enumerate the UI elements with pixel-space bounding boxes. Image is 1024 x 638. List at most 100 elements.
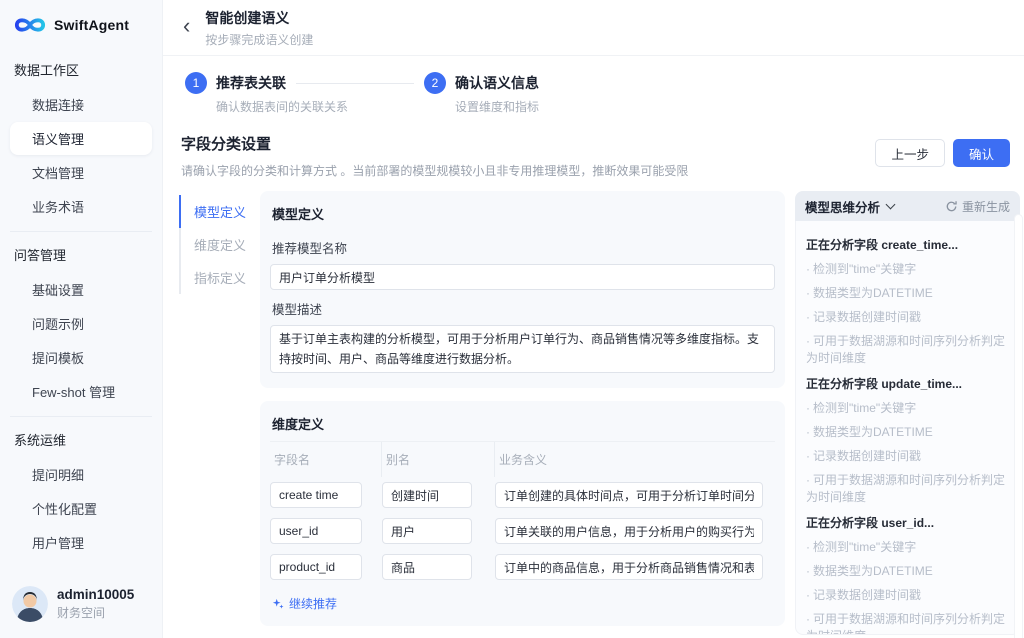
prev-step-button[interactable]: 上一步 [875, 139, 945, 167]
analysis-bullet: 数据类型为DATETIME [806, 423, 1009, 440]
analysis-heading: 正在分析字段 update_time... [806, 375, 1009, 392]
dimension-row [270, 549, 775, 585]
sparkle-icon [272, 598, 284, 610]
sidebar: SwiftAgent 数据工作区 数据连接语义管理文档管理业务术语 问答管理 基… [0, 0, 163, 638]
step-number-badge: 1 [185, 72, 207, 94]
step-label: 确认语义信息 [455, 72, 539, 94]
chevron-down-icon [886, 199, 896, 209]
tab-dimension[interactable]: 维度定义 [179, 228, 257, 261]
analysis-block: 正在分析字段 update_time... 检测到"time"关键字数据类型为D… [806, 375, 1009, 505]
sidebar-item-few-shot[interactable]: Few-shot 管理 [10, 375, 152, 408]
dimension-table-header: 字段名别名业务含义 [270, 441, 775, 477]
analysis-bullet: 检测到"time"关键字 [806, 538, 1009, 555]
sidebar-section: 问答管理 基础设置问题示例提问模板Few-shot 管理 [10, 231, 152, 408]
back-button[interactable]: ‹ [183, 15, 190, 40]
analysis-bullet: 数据类型为DATETIME [806, 562, 1009, 579]
alias-input[interactable] [382, 554, 472, 580]
field-name-input[interactable] [270, 482, 362, 508]
brand-logo: SwiftAgent [0, 0, 162, 47]
model-definition-card: 模型定义 推荐模型名称 模型描述 [260, 191, 785, 388]
analysis-heading: 正在分析字段 create_time... [806, 236, 1009, 253]
user-name: admin10005 [57, 587, 134, 602]
continue-recommend-link[interactable]: 继续推荐 [270, 585, 339, 614]
sidebar-section: 系统运维 提问明细个性化配置用户管理 [10, 416, 152, 559]
analysis-title-toggle[interactable]: 模型思维分析 [805, 197, 894, 216]
sidebar-section-title: 问答管理 [10, 234, 152, 272]
workspace: 模型定义维度定义指标定义 模型定义 推荐模型名称 模型描述 维度定义 字段名别名… [179, 191, 1010, 638]
divider [10, 416, 152, 417]
content: 1 推荐表关联 确认数据表间的关联关系 2 确认语义信息 设置维度和指标 字段分… [163, 56, 1024, 638]
dimension-row [270, 513, 775, 549]
dimension-table-body [270, 477, 775, 585]
user-profile[interactable]: admin10005 财务空间 [0, 574, 162, 638]
analysis-panel: 模型思维分析 重新生成 正在分析字段 create_time... 检测到"ti [795, 191, 1020, 635]
infinity-logo-icon [12, 13, 48, 37]
meaning-input[interactable] [495, 482, 763, 508]
avatar [12, 586, 48, 622]
alias-input[interactable] [382, 518, 472, 544]
sidebar-item-data-connection[interactable]: 数据连接 [10, 88, 152, 121]
tab-model[interactable]: 模型定义 [179, 195, 257, 228]
page-description: 请确认字段的分类和计算方式 。当前部署的模型规模较小且非专用推理模型，推断效果可… [181, 162, 688, 179]
sidebar-item-prompt-templates[interactable]: 提问模板 [10, 341, 152, 374]
sidebar-item-semantic-management[interactable]: 语义管理 [10, 122, 152, 155]
alias-input[interactable] [382, 482, 472, 508]
sidebar-item-question-details[interactable]: 提问明细 [10, 458, 152, 491]
column-header: 别名 [382, 442, 495, 477]
model-desc-textarea[interactable] [270, 325, 775, 373]
model-name-input[interactable] [270, 264, 775, 290]
analysis-heading: 正在分析字段 user_id... [806, 514, 1009, 531]
page-header-title: 智能创建语义 [205, 8, 313, 28]
sidebar-nav: 数据工作区 数据连接语义管理文档管理业务术语 问答管理 基础设置问题示例提问模板… [0, 47, 162, 574]
sidebar-section-title: 系统运维 [10, 419, 152, 457]
regenerate-button[interactable]: 重新生成 [945, 198, 1010, 215]
tab-metric[interactable]: 指标定义 [179, 261, 257, 294]
confirm-button[interactable]: 确认 [953, 139, 1010, 167]
section-tab-rail: 模型定义维度定义指标定义 [179, 195, 257, 294]
scrollbar[interactable] [1014, 214, 1023, 638]
section-head: 字段分类设置 请确认字段的分类和计算方式 。当前部署的模型规模较小且非专用推理模… [179, 129, 1010, 191]
action-buttons: 上一步 确认 [875, 139, 1010, 167]
step-connector [296, 83, 414, 84]
refresh-icon [945, 200, 958, 213]
sidebar-item-personalization[interactable]: 个性化配置 [10, 492, 152, 525]
analysis-block: 正在分析字段 user_id... 检测到"time"关键字数据类型为DATET… [806, 514, 1009, 635]
analysis-panel-header: 模型思维分析 重新生成 [795, 191, 1020, 221]
sidebar-section: 数据工作区 数据连接语义管理文档管理业务术语 [10, 49, 152, 223]
step: 1 推荐表关联 确认数据表间的关联关系 [185, 72, 424, 115]
analysis-bullet: 检测到"time"关键字 [806, 399, 1009, 416]
analysis-bullet: 记录数据创建时间戳 [806, 586, 1009, 603]
divider [10, 231, 152, 232]
user-workspace: 财务空间 [57, 604, 134, 621]
meaning-input[interactable] [495, 518, 763, 544]
step: 2 确认语义信息 设置维度和指标 [424, 72, 539, 115]
model-name-label: 推荐模型名称 [272, 238, 773, 257]
analysis-bullet: 可用于数据湖源和时间序列分析判定为时间维度 [806, 332, 1009, 366]
step-indicator: 1 推荐表关联 确认数据表间的关联关系 2 确认语义信息 设置维度和指标 [179, 68, 1010, 129]
analysis-bullet: 可用于数据湖源和时间序列分析判定为时间维度 [806, 610, 1009, 635]
analysis-block: 正在分析字段 create_time... 检测到"time"关键字数据类型为D… [806, 236, 1009, 366]
analysis-bullet: 记录数据创建时间戳 [806, 308, 1009, 325]
sidebar-item-business-terms[interactable]: 业务术语 [10, 190, 152, 223]
step-number-badge: 2 [424, 72, 446, 94]
sidebar-section-title: 数据工作区 [10, 49, 152, 87]
meaning-input[interactable] [495, 554, 763, 580]
app-window: SwiftAgent 数据工作区 数据连接语义管理文档管理业务术语 问答管理 基… [0, 0, 1024, 638]
form-cards: 模型定义 推荐模型名称 模型描述 维度定义 字段名别名业务含义 [260, 191, 785, 638]
sidebar-item-basic-settings[interactable]: 基础设置 [10, 273, 152, 306]
page-title: 字段分类设置 [181, 133, 688, 154]
field-name-input[interactable] [270, 518, 362, 544]
card-title: 模型定义 [270, 201, 775, 229]
dimension-row [270, 477, 775, 513]
field-name-input[interactable] [270, 554, 362, 580]
step-description: 设置维度和指标 [455, 98, 539, 115]
sidebar-item-user-management[interactable]: 用户管理 [10, 526, 152, 559]
topbar: ‹ 智能创建语义 按步骤完成语义创建 [163, 0, 1024, 56]
sidebar-item-document-management[interactable]: 文档管理 [10, 156, 152, 189]
step-label: 推荐表关联 [216, 72, 286, 94]
page-header-subtitle: 按步骤完成语义创建 [205, 31, 313, 48]
analysis-bullet: 数据类型为DATETIME [806, 284, 1009, 301]
step-description: 确认数据表间的关联关系 [216, 98, 424, 115]
sidebar-item-question-examples[interactable]: 问题示例 [10, 307, 152, 340]
main-area: ‹ 智能创建语义 按步骤完成语义创建 1 推荐表关联 确认数据表间的关联关系 2… [163, 0, 1024, 638]
